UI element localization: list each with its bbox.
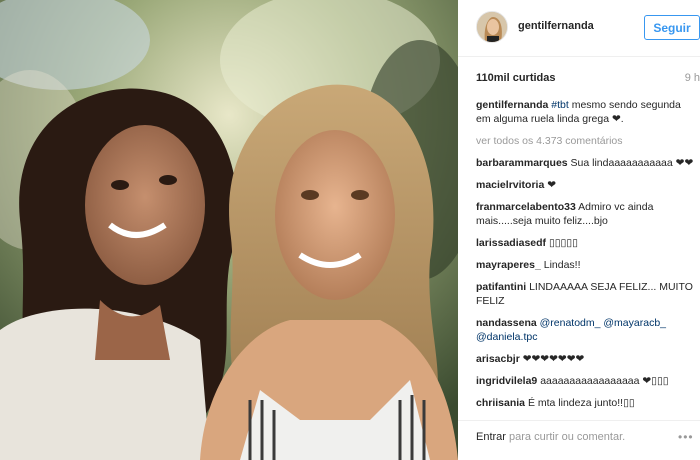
likes-count[interactable]: 110mil curtidas: [476, 72, 556, 84]
likes-row: 110mil curtidas 9 h: [476, 72, 700, 88]
comment-text: ❤: [544, 179, 557, 191]
comment-item: larissadiasedf ▯▯▯▯▯: [476, 236, 694, 250]
avatar-image: [477, 12, 507, 42]
comment-item: nandassena @renatodm_ @mayaracb_ @daniel…: [476, 316, 694, 344]
post-footer: Entrar para curtir ou comentar. •••: [458, 420, 700, 460]
caption-username[interactable]: gentilfernanda: [476, 99, 548, 111]
login-link[interactable]: Entrar: [476, 431, 506, 443]
comment-item: arisacbjr ❤❤❤❤❤❤❤: [476, 352, 694, 366]
comment-username[interactable]: ingridvilela9: [476, 375, 537, 387]
comment-username[interactable]: nandassena: [476, 317, 537, 329]
login-prompt: Entrar para curtir ou comentar.: [476, 431, 625, 443]
post-username[interactable]: gentilfernanda: [518, 20, 594, 32]
comment-item: macielrvitoria ❤: [476, 178, 694, 192]
comment-mention[interactable]: @renatodm_: [537, 317, 601, 329]
comment-text: Lindas!!: [540, 259, 581, 271]
comment-text: Sua lindaaaaaaaaaaa ❤❤: [567, 157, 694, 169]
comment-item: chriisania É mta lindeza junto!!▯▯: [476, 396, 694, 410]
comment-item: patifantini LINDAAAAA SEJA FELIZ... MUIT…: [476, 280, 694, 308]
comment-username[interactable]: barbarammarques: [476, 157, 568, 169]
more-options-icon[interactable]: •••: [678, 430, 694, 444]
comment-username[interactable]: arisacbjr: [476, 353, 520, 365]
comment-text: aaaaaaaaaaaaaaaaa ❤▯▯▯: [537, 375, 669, 387]
post-photo: [0, 0, 458, 460]
comment-item: ingridvilela9 aaaaaaaaaaaaaaaaa ❤▯▯▯: [476, 374, 694, 388]
comment-item: mayraperes_ Lindas!!: [476, 258, 694, 272]
comment-mention[interactable]: @daniela.tpc: [476, 331, 537, 343]
post-header: gentilfernanda Seguir: [458, 0, 700, 57]
comment-username[interactable]: chriisania: [476, 397, 525, 409]
caption: gentilfernanda #tbt mesmo sendo segunda …: [476, 98, 694, 126]
comment-item: barbarammarques Sua lindaaaaaaaaaaa ❤❤: [476, 156, 694, 170]
comment-username[interactable]: macielrvitoria: [476, 179, 544, 191]
comment-text: É mta lindeza junto!!▯▯: [525, 397, 635, 409]
view-all-comments[interactable]: ver todos os 4.373 comentários: [476, 134, 694, 148]
comment-username[interactable]: mayraperes_: [476, 259, 541, 271]
comment-username[interactable]: patifantini: [476, 281, 526, 293]
follow-button[interactable]: Seguir: [644, 15, 700, 40]
comments-list: gentilfernanda #tbt mesmo sendo segunda …: [476, 98, 694, 420]
comment-text: ▯▯▯▯▯: [546, 237, 578, 249]
comment-text: ❤❤❤❤❤❤❤: [519, 353, 585, 365]
profile-avatar[interactable]: [476, 11, 508, 43]
post-time: 9 h: [684, 72, 700, 84]
comment-username[interactable]: franmarcelabento33: [476, 201, 576, 213]
post-sidebar: gentilfernanda Seguir 110mil curtidas 9 …: [458, 0, 700, 460]
comment-item: franmarcelabento33 Admiro vc ainda mais.…: [476, 200, 694, 228]
login-prompt-text: para curtir ou comentar.: [505, 431, 626, 443]
caption-hashtag[interactable]: #tbt: [551, 99, 569, 111]
comment-username[interactable]: larissadiasedf: [476, 237, 546, 249]
comment-mention[interactable]: @mayaracb_: [600, 317, 666, 329]
